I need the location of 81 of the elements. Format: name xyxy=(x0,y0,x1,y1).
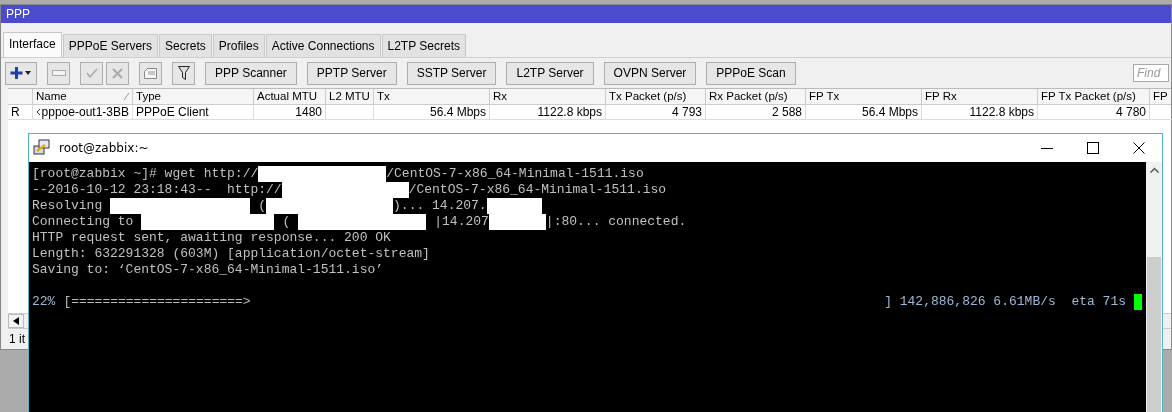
scrollbar-thumb[interactable] xyxy=(1147,257,1161,412)
table-cell: 4 793 xyxy=(606,105,706,120)
terminal-text: Saving to: ‘CentOS-7-x86_64-Minimal-1511.iso’ xyxy=(32,262,384,278)
sort-icon xyxy=(124,93,129,100)
column-header[interactable]: Tx Packet (p/s) xyxy=(609,89,687,104)
column-header[interactable]: Name xyxy=(36,89,67,104)
close-icon xyxy=(1133,142,1145,154)
column-header[interactable]: Type xyxy=(136,89,161,104)
progress-percent: 22% xyxy=(32,294,56,310)
maximize-icon xyxy=(1087,142,1099,154)
toolbar-button[interactable]: OVPN Server xyxy=(603,61,697,85)
tab[interactable]: PPPoE Servers xyxy=(62,34,159,57)
remove-button[interactable] xyxy=(47,61,70,85)
terminal-text: |14.207 xyxy=(434,214,489,230)
column-header[interactable]: FP Tx Packet (p/s) xyxy=(1041,89,1136,104)
tab[interactable]: Active Connections xyxy=(265,34,381,57)
terminal-text: [root@zabbix ~]# wget http:// xyxy=(32,166,259,182)
interface-icon xyxy=(36,108,41,116)
terminal-text: --2016-10-12 23:18:43-- http:// xyxy=(32,182,282,198)
tab[interactable]: Interface xyxy=(3,32,62,57)
table-cell: 2 588 xyxy=(706,105,806,120)
column-header[interactable]: FP Rx xyxy=(925,89,957,104)
terminal-text: |:80... connected. xyxy=(545,214,687,230)
toolbar-button[interactable]: PPP Scanner xyxy=(205,61,297,85)
column-header[interactable]: Actual MTU xyxy=(257,89,318,104)
column-header[interactable]: Rx Packet (p/s) xyxy=(709,89,788,104)
terminal-text: HTTP request sent, awaiting response... 200 OK xyxy=(32,230,391,246)
terminal-text: ( xyxy=(282,214,291,230)
terminal-text: Connecting to xyxy=(32,214,134,230)
x-icon xyxy=(112,67,123,79)
tab[interactable]: Profiles xyxy=(212,34,265,57)
minimize-icon xyxy=(1041,147,1053,149)
table-cell: 56.4 Mbps xyxy=(374,105,490,120)
terminal-text: Length: 632291328 (603M) [application/octet-stream] xyxy=(32,246,430,262)
find-field[interactable]: Find xyxy=(1133,64,1169,82)
scroll-left-button[interactable] xyxy=(8,314,24,328)
table-cell: R xyxy=(8,105,33,120)
tab[interactable]: L2TP Secrets xyxy=(381,34,466,57)
table-cell: 4 780 xyxy=(1038,105,1150,120)
table-cell: 1122.8 kbps xyxy=(490,105,606,120)
redaction-block xyxy=(488,214,546,230)
putty-icon xyxy=(33,139,51,157)
terminal-text: ( xyxy=(258,198,267,214)
cursor xyxy=(1134,294,1142,310)
toolbar-button[interactable]: L2TP Server xyxy=(506,61,594,85)
filter-icon xyxy=(177,66,190,80)
window-title: PPP xyxy=(1,5,1171,23)
column-header[interactable]: FP xyxy=(1153,89,1168,104)
progress-bar-text: [======================> xyxy=(63,294,251,310)
toolbar-button[interactable]: SSTP Server xyxy=(406,61,497,85)
filter-button[interactable] xyxy=(172,61,195,85)
table-cell xyxy=(326,105,374,120)
minus-icon xyxy=(51,70,66,76)
disable-button[interactable] xyxy=(106,61,129,85)
add-icon xyxy=(10,67,32,79)
add-button[interactable] xyxy=(5,61,37,85)
check-icon xyxy=(85,68,98,78)
comment-button[interactable] xyxy=(139,61,162,85)
toolbar-button[interactable]: PPTP Server xyxy=(306,61,397,85)
column-header[interactable]: Tx xyxy=(377,89,390,104)
table-cell: pppoe-out1-3BB xyxy=(41,105,129,119)
status-text: 1 it xyxy=(9,332,25,346)
column-header[interactable]: FP Tx xyxy=(809,89,840,104)
enable-button[interactable] xyxy=(80,61,103,85)
table-cell: 56.4 Mbps xyxy=(806,105,922,120)
terminal-text: Resolving xyxy=(32,198,103,214)
toolbar-button[interactable]: PPPoE Scan xyxy=(706,61,796,85)
table-cell: PPPoE Client xyxy=(133,105,254,120)
column-header[interactable]: L2 MTU xyxy=(329,89,370,104)
terminal-text: )... 14.207. xyxy=(393,198,487,214)
column-header[interactable]: Rx xyxy=(493,89,508,104)
download-stats: ] 142,886,826 6.61MB/s eta 71s xyxy=(884,294,1126,310)
redaction-block xyxy=(486,198,542,214)
terminal-text: /CentOS-7-x86_64-Minimal-1511.iso xyxy=(408,182,667,198)
tab[interactable]: Secrets xyxy=(159,34,212,57)
left-arrow-icon xyxy=(13,317,19,325)
window-title: root@zabbix:~ xyxy=(59,141,149,155)
terminal-text: /CentOS-7-x86_64-Minimal-1511.iso xyxy=(386,166,644,182)
table-cell: 1480 xyxy=(254,105,326,120)
comment-icon xyxy=(144,67,157,79)
table-cell: 1122.8 kbps xyxy=(922,105,1038,120)
